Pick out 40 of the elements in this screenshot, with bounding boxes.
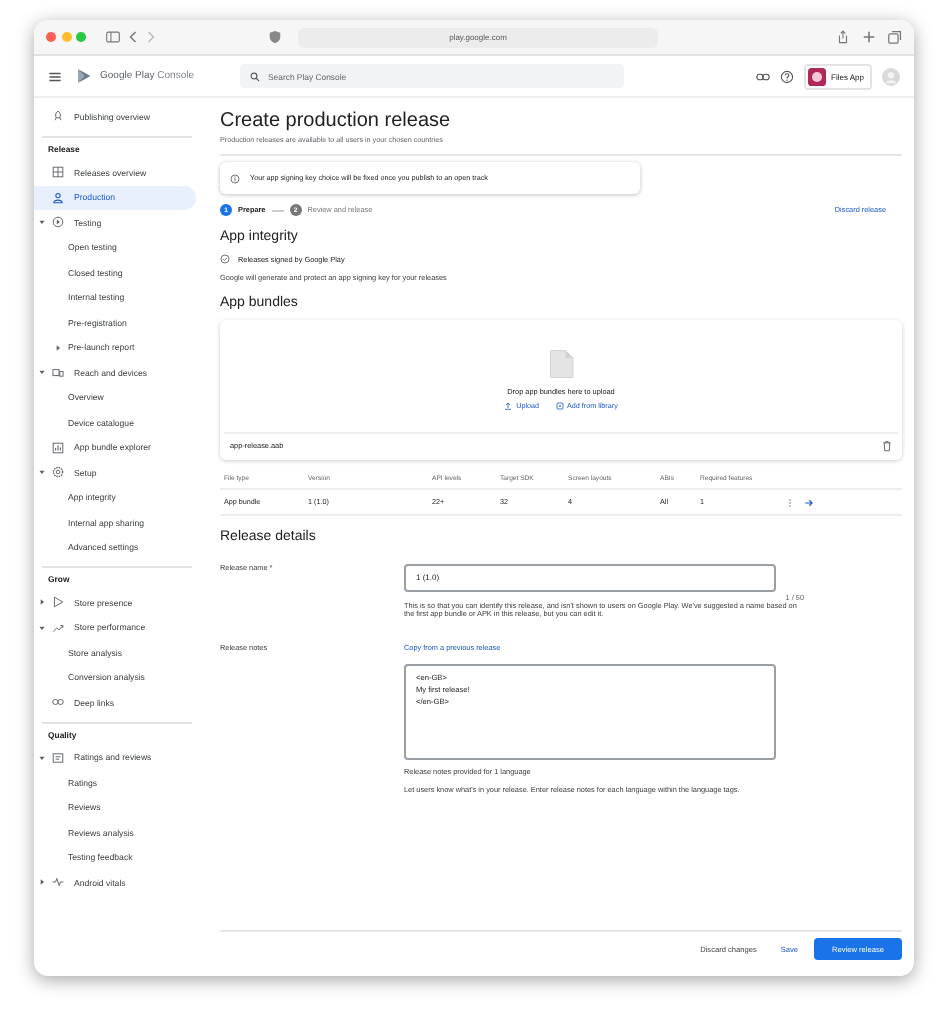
caret-icon[interactable]: [37, 878, 45, 887]
share-icon[interactable]: [836, 30, 850, 44]
close-window-button[interactable]: [46, 32, 56, 42]
link-icon[interactable]: [755, 69, 770, 83]
rocket-icon: [52, 110, 64, 122]
tabs-overview-icon[interactable]: [888, 30, 902, 44]
link-icon: [52, 696, 64, 709]
delete-icon[interactable]: [882, 439, 892, 451]
arrow-right-icon[interactable]: [804, 497, 814, 507]
caret-icon[interactable]: [54, 343, 62, 352]
caret-icon[interactable]: [37, 753, 45, 762]
chart-icon: [52, 441, 64, 454]
back-icon[interactable]: [128, 30, 138, 44]
library-icon: [555, 402, 563, 410]
person-icon: [52, 191, 64, 204]
gear-icon: [52, 466, 64, 479]
sidebar-toggle-icon[interactable]: [106, 30, 120, 44]
search-icon: [250, 71, 260, 81]
caret-icon[interactable]: [37, 218, 45, 227]
check-circle-icon: [220, 254, 230, 264]
circle-icon: [52, 216, 64, 229]
caret-icon[interactable]: [37, 598, 45, 607]
play-icon: [52, 596, 64, 609]
shield-icon[interactable]: [268, 30, 282, 44]
app-icon: [807, 67, 826, 85]
caret-icon[interactable]: [37, 468, 45, 477]
trend-icon: [52, 621, 64, 634]
caret-icon[interactable]: [37, 623, 45, 632]
file-icon: [546, 346, 576, 382]
upload-icon: [504, 402, 513, 410]
square-icon: [52, 751, 64, 764]
new-tab-icon[interactable]: [862, 30, 876, 44]
help-icon[interactable]: [779, 69, 794, 83]
grid-icon: [52, 166, 64, 179]
pulse-icon: [52, 876, 64, 889]
info-icon: [230, 173, 240, 183]
caret-icon[interactable]: [37, 368, 45, 377]
page-title: Create production release: [220, 110, 453, 132]
play-logo-icon: [76, 68, 92, 84]
menu-icon[interactable]: [48, 69, 62, 83]
